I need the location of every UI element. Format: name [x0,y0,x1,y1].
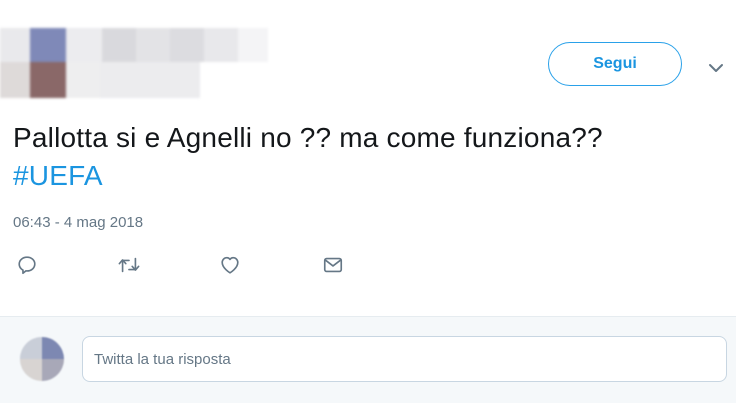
tweet-card: Segui Pallotta si e Agnelli no ?? ma com… [0,0,736,316]
reply-button[interactable] [14,252,40,278]
tweet-text: Pallotta si e Agnelli no ?? ma come funz… [13,119,728,195]
heart-icon [221,256,239,274]
tweet-actions [0,252,400,280]
author-header-redacted [0,28,272,100]
tweet-timestamp[interactable]: 06:43 - 4 mag 2018 [13,214,143,231]
envelope-icon [323,257,343,273]
like-button[interactable] [217,252,243,278]
retweet-icon [118,257,140,273]
retweet-button[interactable] [116,252,142,278]
direct-message-button[interactable] [320,252,346,278]
reply-input[interactable] [82,336,727,382]
hashtag-link[interactable]: #UEFA [13,160,103,191]
tweet-body: Pallotta si e Agnelli no ?? ma come funz… [13,122,603,153]
chevron-down-icon[interactable] [705,58,727,78]
reply-icon [18,256,36,275]
avatar [20,337,64,381]
follow-button[interactable]: Segui [548,42,682,86]
reply-composer [0,316,736,403]
